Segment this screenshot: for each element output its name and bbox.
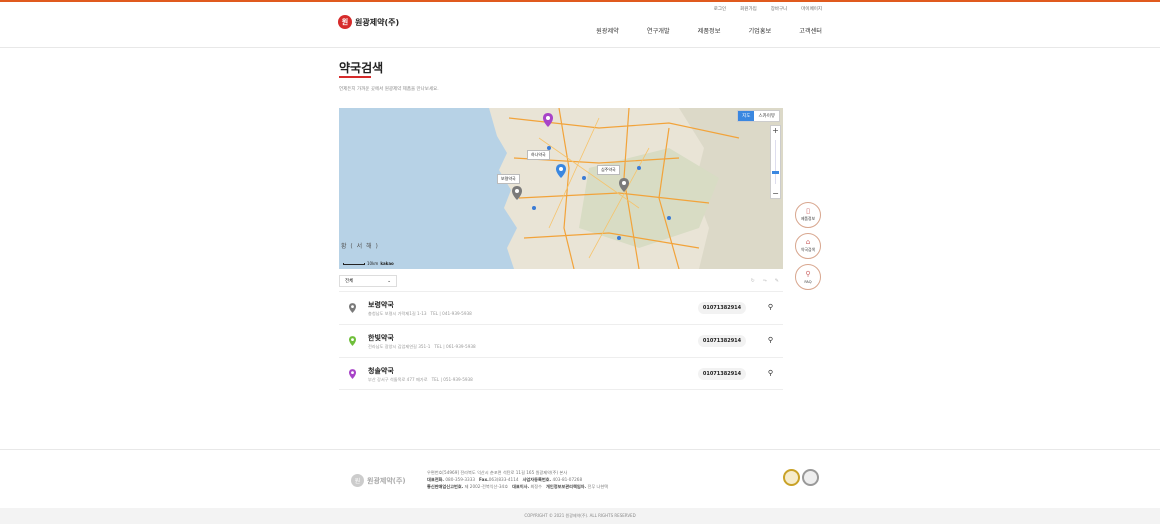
home-icon: ⌂: [805, 238, 811, 246]
search-icon[interactable]: ⚲: [768, 369, 773, 377]
page-subtitle: 언제든지 가까운 곳에서 원광제약 제품을 만나보세요.: [339, 87, 439, 92]
phone-icon: ▯: [806, 207, 810, 215]
scale-label: 10km: [367, 261, 379, 266]
nav-products[interactable]: 제품정보: [698, 26, 721, 35]
footer-logo-mark: 원: [351, 474, 364, 487]
nav-pr[interactable]: 기업홍보: [748, 26, 771, 35]
map-provider-logo: kakao: [380, 261, 394, 266]
map-type-map-button[interactable]: 지도: [738, 111, 755, 121]
scale-bar: [343, 262, 365, 265]
map-type-toggle: 지도 스카이뷰: [737, 110, 780, 122]
region-filter-select[interactable]: 전체 ⌄: [339, 275, 397, 287]
pharmacy-list: 보령약국 충청남도 보령시 가락제1길 1-13 TEL | 041-939-5…: [339, 291, 783, 390]
pharmacy-address: 전라남도 광양시 김업제연길 351-1 TEL | 061-939-5938: [368, 344, 476, 349]
refresh-icon[interactable]: ↻: [751, 278, 755, 284]
map-label-simju[interactable]: 심주약국: [597, 165, 620, 175]
search-icon[interactable]: ⚲: [768, 303, 773, 311]
pharmacy-name: 청솔약국: [368, 367, 394, 375]
search-icon: ⚲: [805, 269, 811, 278]
quick-pharmacy-search-button[interactable]: ⌂ 약국검색: [795, 233, 821, 259]
zoom-out-button[interactable]: −: [772, 189, 779, 198]
title-underline: [339, 76, 371, 78]
utility-nav: 로그인 회원가입 장바구니 마이페이지: [714, 6, 822, 12]
logo-mark: 원: [338, 15, 352, 29]
pin-purple-icon: [349, 369, 356, 379]
site-logo[interactable]: 원 원광제약(주): [338, 15, 399, 29]
map-sea-label: 황 ( 서 해 ): [341, 243, 379, 250]
map-pin-blue-icon[interactable]: [556, 164, 566, 178]
certification-badge-icon: [783, 469, 800, 486]
nav-support[interactable]: 고객센터: [799, 26, 822, 35]
zoom-slider-handle[interactable]: [771, 171, 779, 174]
header-divider: [0, 47, 1160, 48]
zoom-slider[interactable]: [771, 140, 779, 184]
footer-certifications: [783, 469, 819, 486]
util-join-link[interactable]: 회원가입: [740, 6, 757, 12]
zoom-in-button[interactable]: +: [772, 126, 779, 135]
zoom-control: + −: [770, 125, 781, 199]
util-login-link[interactable]: 로그인: [714, 6, 726, 12]
map-pin-boryeong-icon[interactable]: [512, 186, 522, 200]
pharmacy-name: 한빛약국: [368, 334, 394, 342]
footer-registration: 통신판매업신고번호. 제 2002-전북익산-34호 대표이사. 최정수 개인정…: [427, 484, 609, 489]
edit-icon[interactable]: ✎: [775, 278, 779, 284]
quick-faq-button[interactable]: ⚲ FAQ: [795, 264, 821, 290]
logo-text: 원광제약(주): [355, 17, 400, 27]
util-cart-link[interactable]: 장바구니: [771, 6, 788, 12]
pin-gray-icon: [349, 303, 356, 313]
main-nav: 원광제약 연구개발 제품정보 기업홍보 고객센터: [596, 26, 822, 35]
pharmacy-address: 부산 강서구 석돌목로 477 메가로 TEL | 051-939-5938: [368, 377, 473, 382]
map-pin-purple-icon[interactable]: [543, 113, 553, 127]
quick-label: 제품정보: [801, 216, 815, 221]
pin-green-icon: [349, 336, 356, 346]
footer-contact: 대표전화. 080-359-3333 Fax.063)833-4114 사업자등…: [427, 477, 583, 482]
nav-company[interactable]: 원광제약: [596, 26, 619, 35]
chevron-down-icon: ⌄: [387, 278, 391, 284]
footer-divider: [0, 449, 1160, 450]
quick-label: 약국검색: [801, 247, 815, 252]
quick-menu: ▯ 제품정보 ⌂ 약국검색 ⚲ FAQ: [795, 202, 821, 295]
search-icon[interactable]: ⚲: [768, 336, 773, 344]
list-item[interactable]: 청솔약국 부산 강서구 석돌목로 477 메가로 TEL | 051-939-5…: [339, 357, 783, 390]
map-background: [489, 108, 783, 269]
map-label-boryeong[interactable]: 보령약국: [497, 174, 520, 184]
footer-address: 우편번호[54969] 전라북도 익산시 춘포면 석탄로 11길 165 원광제…: [427, 470, 568, 475]
pharmacy-map[interactable]: 지도 스카이뷰 + − 하나약국 심주약국 보령약국 황 ( 서 해 ) 10k…: [339, 108, 783, 269]
map-pin-gray-icon[interactable]: [619, 178, 629, 192]
call-button[interactable]: 01071382914: [698, 335, 746, 347]
map-scale: 10km kakao: [343, 261, 394, 266]
list-tools: ↻ ⤳ ✎: [751, 278, 779, 284]
quick-label: FAQ: [804, 278, 812, 284]
pharmacy-address: 충청남도 보령시 가락제1길 1-13 TEL | 041-939-5938: [368, 311, 472, 316]
nav-research[interactable]: 연구개발: [647, 26, 670, 35]
quick-product-info-button[interactable]: ▯ 제품정보: [795, 202, 821, 228]
util-mypage-link[interactable]: 마이페이지: [801, 6, 822, 12]
list-item[interactable]: 한빛약국 전라남도 광양시 김업제연길 351-1 TEL | 061-939-…: [339, 324, 783, 357]
footer-company-info: 우편번호[54969] 전라북도 익산시 춘포면 석탄로 11길 165 원광제…: [427, 469, 608, 490]
call-button[interactable]: 01071382914: [698, 368, 746, 380]
pharmacy-name: 보령약국: [368, 301, 394, 309]
copyright: COPYRIGHT © 2021 원광제약(주). ALL RIGHTS RES…: [0, 508, 1160, 524]
footer-logo-text: 원광제약(주): [367, 476, 406, 485]
certification-seal-icon: [802, 469, 819, 486]
share-icon[interactable]: ⤳: [763, 278, 767, 284]
filter-selected-value: 전체: [345, 279, 354, 284]
map-type-skyview-button[interactable]: 스카이뷰: [754, 111, 779, 121]
page-title: 약국검색: [339, 61, 384, 75]
call-button[interactable]: 01071382914: [698, 302, 746, 314]
map-label-hana[interactable]: 하나약국: [527, 150, 550, 160]
top-accent-line: [0, 0, 1160, 2]
footer-logo: 원 원광제약(주): [351, 474, 406, 487]
list-item[interactable]: 보령약국 충청남도 보령시 가락제1길 1-13 TEL | 041-939-5…: [339, 291, 783, 324]
